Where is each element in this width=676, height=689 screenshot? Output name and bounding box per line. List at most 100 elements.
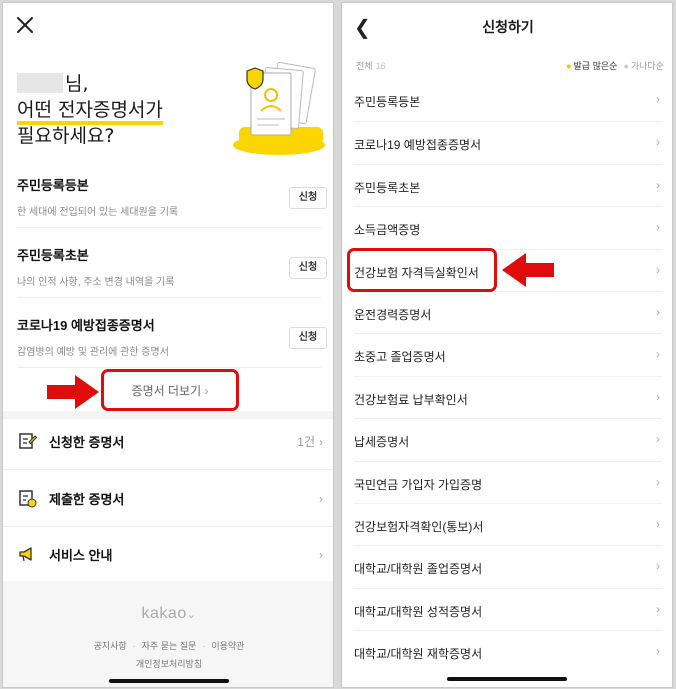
apply-button[interactable]: 신청 [289,257,327,279]
certificate-list-item[interactable]: 건강보험료 납부확인서 › [354,375,662,418]
certificate-list-item[interactable]: 소득금액증명 › [354,206,662,248]
chevron-right-icon: › [656,517,660,531]
certificate-title: 코로나19 예방접종증명서 [17,318,155,333]
certificate-list-item[interactable]: 납세증명서 › [354,418,662,460]
certificate-list-item[interactable]: 대학교/대학원 졸업증명서 › [354,545,662,587]
certificate-list-item[interactable]: 주민등록초본 › [354,163,662,206]
annotation-arrow-icon [502,253,554,287]
page-title: 신청하기 [482,19,534,35]
sort-alphabetical[interactable]: 가나다순 [631,61,664,71]
menu-service-info[interactable]: 서비스 안내 › [3,526,333,582]
annotation-highlight-box [101,369,239,411]
dot-separator: · [202,641,206,651]
apply-button[interactable]: 신청 [289,327,327,349]
certificate-name: 건강보험자격확인(통보)서 [354,520,484,534]
right-screen: ❮ 신청하기 전체 16 ● 발급 많은순 ● 가나다순 주민등록등본 › 코로나19 예방… [341,2,673,688]
chevron-right-icon: › [656,262,660,277]
sort-popular[interactable]: 발급 많은순 [574,61,618,71]
certificate-list-item[interactable]: 국민연금 가입자 가입증명 › [354,460,662,503]
certificate-desc: 한 세대에 전입되어 있는 세대원을 기록 [17,207,179,218]
footer: kakao⌄ 공지사항 · 자주 묻는 질문 · 이용약관 개인정보처리방침 [3,581,333,687]
certificate-list-item[interactable]: 코로나19 예방접종증명서 › [354,121,662,163]
megaphone-icon [19,547,32,562]
chevron-down-icon: ⌄ [186,609,197,621]
greeting-line-3: 필요하세요? [17,125,115,147]
footer-link-faq[interactable]: 자주 묻는 질문 [142,641,197,651]
certificate-name: 납세증명서 [354,435,410,450]
certificate-name: 초중고 졸업증명서 [354,350,446,365]
certificate-name: 주민등록초본 [354,180,421,195]
certificate-name: 대학교/대학원 성적증명서 [354,604,483,619]
footer-link-privacy[interactable]: 개인정보처리방침 [136,659,202,669]
greeting-suffix: 님, [65,73,89,95]
total-count: 전체 16 [356,59,386,72]
dot-icon: ● [566,61,572,71]
chevron-right-icon: › [656,432,660,447]
applied-count: 1건 [297,435,315,449]
certificate-title: 주민등록등본 [17,178,89,193]
home-indicator [109,679,229,683]
sort-options: ● 발급 많은순 ● 가나다순 [566,59,664,72]
menu-label: 서비스 안내 [49,548,113,563]
menu-label: 신청한 증명서 [49,435,125,450]
total-number: 16 [375,61,386,71]
greeting-line-2: 어떤 전자증명서가 [17,99,163,125]
chevron-right-icon: › [656,644,660,659]
certificate-desc: 감염병의 예방 및 관리에 관한 증명서 [17,347,169,358]
close-icon[interactable] [15,15,35,35]
certificate-item: 주민등록등본 한 세대에 전입되어 있는 세대원을 기록 신청 [17,175,327,243]
certificate-name: 건강보험료 납부확인서 [354,392,468,407]
chevron-right-icon: › [656,347,660,362]
divider [17,297,321,298]
certificate-title: 주민등록초본 [17,248,89,263]
total-label: 전체 [356,61,373,71]
certificate-name: 대학교/대학원 재학증명서 [354,647,483,662]
certificate-illustration [233,61,325,155]
footer-links: 공지사항 · 자주 묻는 질문 · 이용약관 [3,639,333,652]
certificate-list-item[interactable]: 주민등록등본 › [354,79,662,121]
chevron-right-icon: › [656,389,660,404]
left-screen: 님, 어떤 전자증명서가 필요하세요? 주민등록등본 한 세대에 전입되어 있는… [2,2,334,688]
chevron-right-icon: › [656,305,660,319]
masked-username [17,73,63,93]
menu-applied-certificates[interactable]: 신청한 증명서 1건 › [3,413,333,469]
certificate-list-item[interactable]: 대학교/대학원 성적증명서 › [354,587,662,630]
footer-link-terms[interactable]: 이용약관 [211,641,244,651]
certificate-name: 소득금액증명 [354,223,421,238]
chevron-right-icon: › [656,474,660,489]
certificate-desc: 나의 인적 사항, 주소 변경 내역을 기록 [17,277,175,288]
chevron-right-icon: › [656,135,660,150]
certificate-name: 대학교/대학원 졸업증명서 [354,562,483,577]
home-indicator [447,677,567,681]
menu-submitted-certificates[interactable]: 제출한 증명서 › [3,470,333,526]
dot-icon: ● [623,61,629,71]
dot-separator: · [132,641,136,651]
certificate-list-item[interactable]: 대학교/대학원 재학증명서 › [354,630,662,672]
greeting: 님, 어떤 전자증명서가 필요하세요? [17,71,163,149]
menu-label: 제출한 증명서 [49,492,125,507]
certificate-name: 코로나19 예방접종증명서 [354,138,482,153]
chevron-right-icon: › [319,492,323,506]
annotation-highlight-box [347,248,497,292]
annotation-arrow-icon [47,375,99,409]
chevron-right-icon: › [656,92,660,106]
brand-text: kakao [141,605,187,622]
chevron-right-icon: › [656,220,660,235]
apply-button[interactable]: 신청 [289,187,327,209]
kakao-brand[interactable]: kakao⌄ [3,605,333,623]
certificate-list-item[interactable]: 운전경력증명서 › [354,291,662,333]
footer-link-notice[interactable]: 공지사항 [94,641,127,651]
certificate-list-item[interactable]: 건강보험자격확인(통보)서 › [354,503,662,545]
submitted-document-icon [19,490,37,508]
divider [17,227,321,228]
certificate-name: 국민연금 가입자 가입증명 [354,477,483,492]
certificate-item: 주민등록초본 나의 인적 사항, 주소 변경 내역을 기록 신청 [17,245,327,313]
chevron-right-icon: › [656,559,660,574]
chevron-right-icon: › [656,177,660,192]
certificate-name: 주민등록등본 [354,95,421,109]
certificate-list-item[interactable]: 초중고 졸업증명서 › [354,333,662,375]
certificate-name: 운전경력증명서 [354,308,432,322]
chevron-right-icon: › [319,435,323,449]
chevron-right-icon: › [656,601,660,616]
chevron-right-icon: › [319,548,323,562]
